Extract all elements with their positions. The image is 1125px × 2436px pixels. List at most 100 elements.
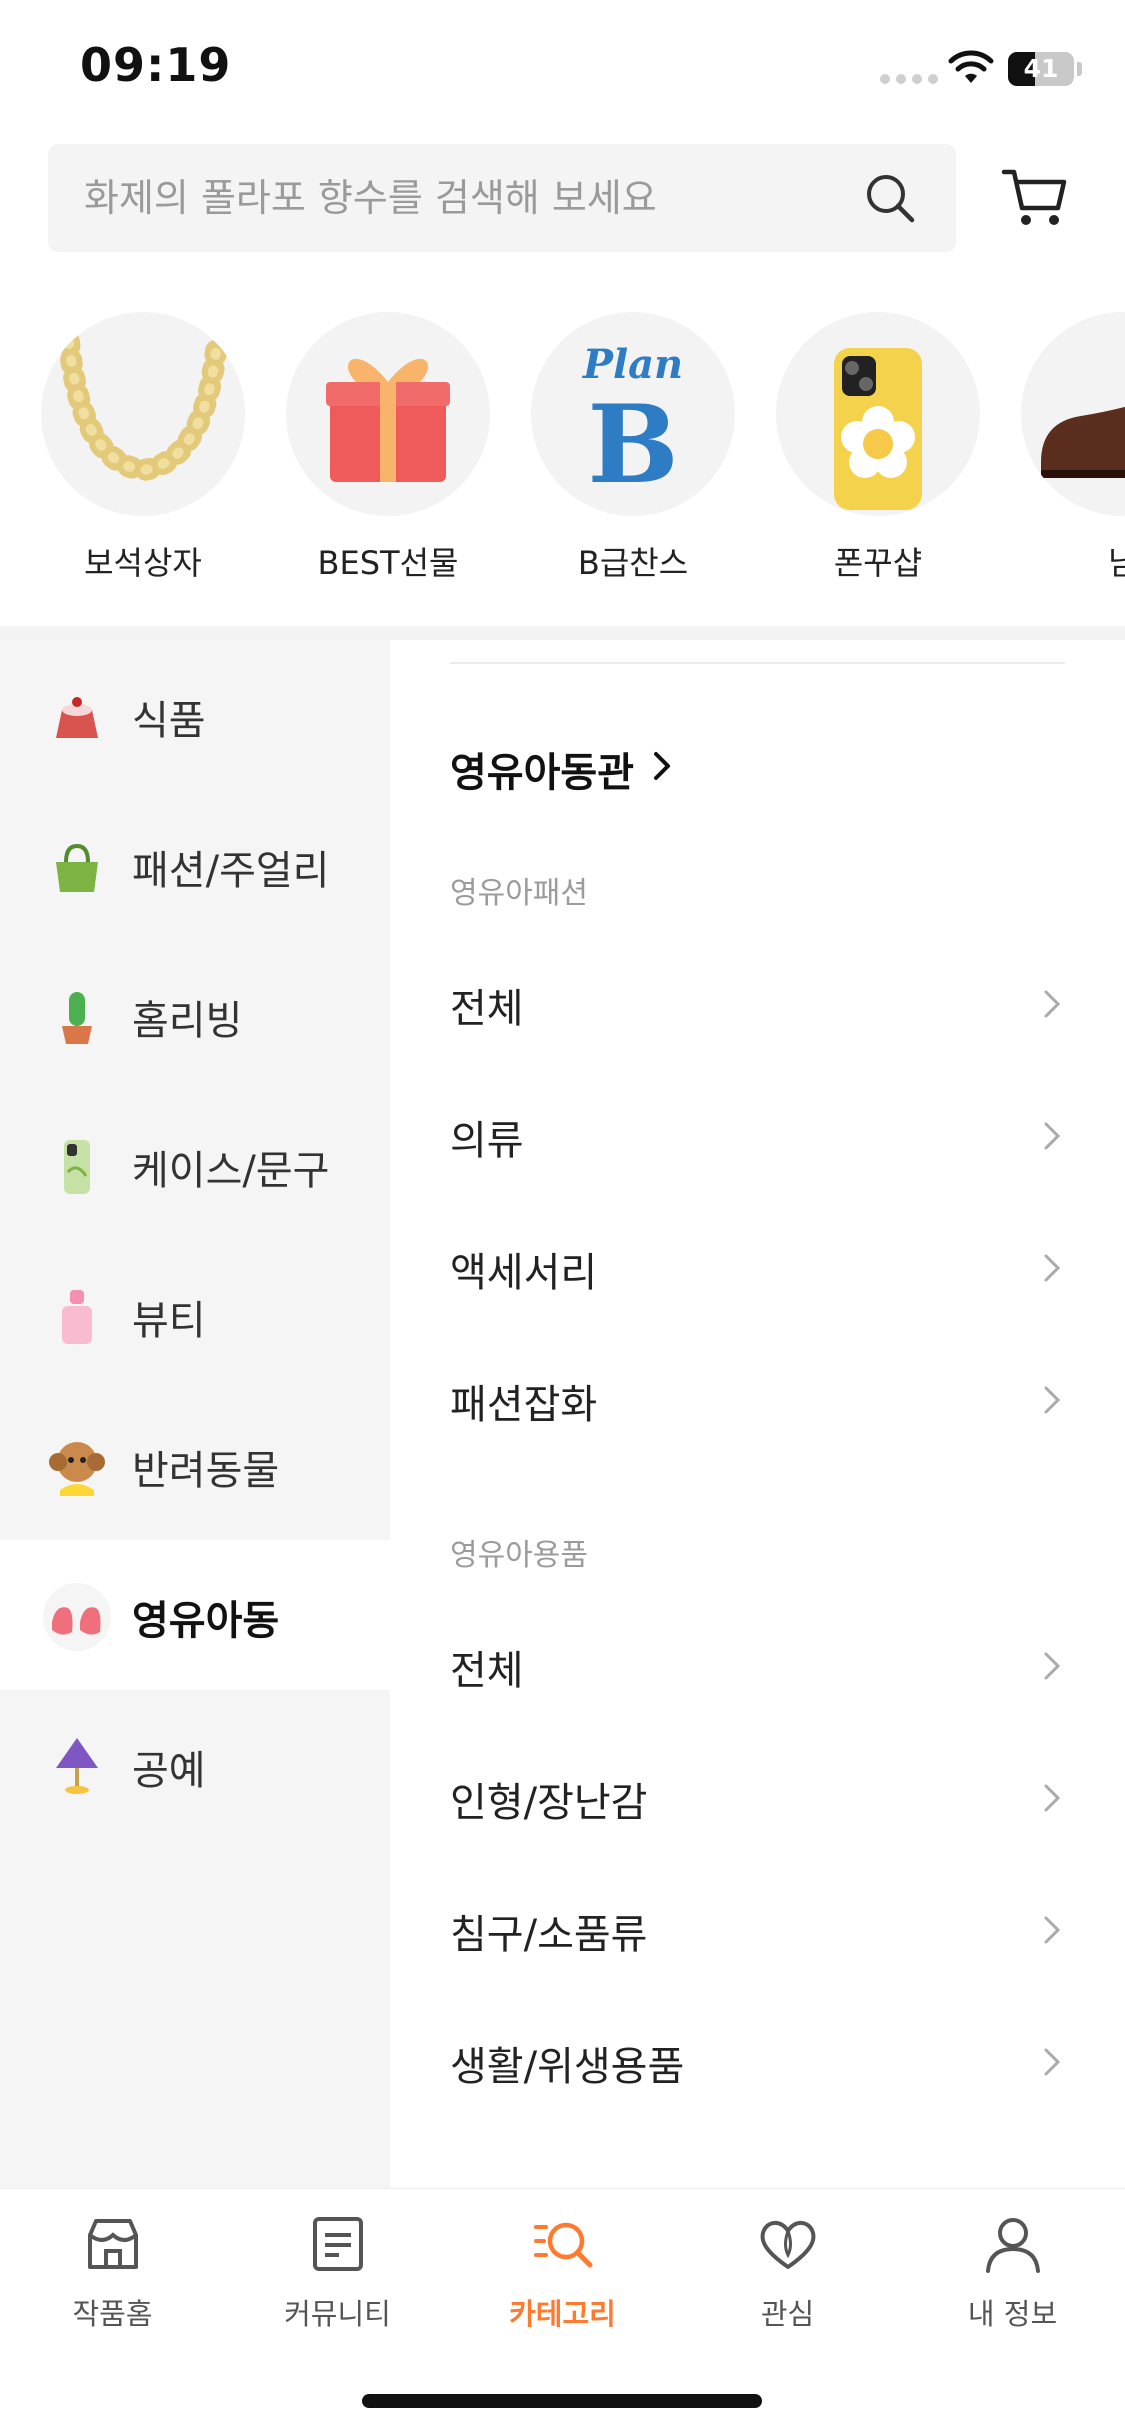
category-search-icon xyxy=(533,2222,592,2268)
chevron-right-icon xyxy=(1044,1784,1061,1812)
category-item-crafts[interactable]: 공예 xyxy=(0,1690,390,1840)
search-bar[interactable] xyxy=(48,144,956,252)
tab-label: 작품홈 xyxy=(72,2297,153,2331)
category-label: 영유아동 xyxy=(132,1598,280,1644)
cactus-icon xyxy=(62,992,92,1044)
tab-label: 내 정보 xyxy=(967,2297,1058,2331)
category-label: 패션/주얼리 xyxy=(132,848,330,894)
divider xyxy=(450,662,1065,664)
subcategory-panel: 영유아동관 영유아패션 전체 의류 액세서리 패션잡화 영유아용품 전체 인형/… xyxy=(390,640,1125,2188)
bag-icon xyxy=(56,843,98,892)
battery-icon: 41 xyxy=(1008,52,1074,86)
category-menu: 식품 패션/주얼리 홈리빙 케이스/문구 뷰티 반려동물 영유아동 공예 xyxy=(0,640,390,2188)
quick-category-row: 보석상자 BEST선물 Plan B B급찬스 폰꾸샵 남 xyxy=(0,300,1125,600)
tab-artwork-home[interactable]: 작품홈 xyxy=(0,2211,225,2333)
quick-category-label: 폰꾸샵 xyxy=(833,544,923,582)
subcategory-item[interactable]: 액세서리 xyxy=(390,1202,1125,1334)
subcategory-item[interactable]: 생활/위생용품 xyxy=(390,1996,1125,2128)
phone-case-icon xyxy=(64,1140,90,1194)
tab-interest[interactable]: 관심 xyxy=(675,2211,900,2333)
cake-icon xyxy=(56,697,98,738)
category-label: 공예 xyxy=(132,1748,206,1794)
category-label: 홈리빙 xyxy=(132,998,243,1044)
section-title-link[interactable]: 영유아동관 xyxy=(450,740,634,798)
chevron-right-icon xyxy=(1044,1386,1061,1414)
group-label: 영유아패션 xyxy=(450,876,588,911)
plan-b-logo-letter: B xyxy=(587,382,678,508)
chevron-right-icon xyxy=(1044,990,1061,1018)
quick-category-label: 남 xyxy=(1108,544,1125,582)
subcategory-item[interactable]: 의류 xyxy=(390,1070,1125,1202)
home-indicator xyxy=(362,2394,762,2408)
quick-category-men[interactable]: 남 xyxy=(1018,312,1125,584)
lamp-icon xyxy=(56,1738,98,1794)
tab-label: 커뮤니티 xyxy=(284,2297,391,2331)
subcategory-label: 의류 xyxy=(450,1118,524,1164)
subcategory-label: 침구/소품류 xyxy=(450,1912,648,1958)
subcategory-label: 패션잡화 xyxy=(450,1382,598,1428)
subcategory-item[interactable]: 패션잡화 xyxy=(390,1334,1125,1466)
quick-category-label: 보석상자 xyxy=(84,544,202,582)
cart-icon[interactable] xyxy=(1000,162,1070,232)
search-input[interactable] xyxy=(84,144,864,252)
subcategory-item[interactable]: 침구/소품류 xyxy=(390,1864,1125,1996)
chevron-right-icon xyxy=(1044,1916,1061,1944)
tab-my-info[interactable]: 내 정보 xyxy=(900,2211,1125,2333)
category-label: 식품 xyxy=(132,698,206,744)
tab-label: 카테고리 xyxy=(509,2297,616,2331)
person-icon xyxy=(985,2218,1040,2273)
heart-icon xyxy=(760,2221,815,2269)
quick-category-label: BEST선물 xyxy=(317,544,459,582)
chevron-right-icon xyxy=(1044,1254,1061,1282)
category-item-pets[interactable]: 반려동물 xyxy=(0,1390,390,1540)
subcategory-label: 인형/장난감 xyxy=(450,1780,648,1826)
chevron-right-icon xyxy=(1044,2048,1061,2076)
battery-percent: 41 xyxy=(1023,54,1059,83)
necklace-image xyxy=(41,312,245,516)
plan-b-logo: Plan B xyxy=(531,312,735,516)
quick-category-best-gift[interactable]: BEST선물 xyxy=(283,312,493,584)
quick-category-label: B급찬스 xyxy=(577,544,689,582)
dog-icon xyxy=(49,1442,105,1496)
tab-community[interactable]: 커뮤니티 xyxy=(225,2211,450,2333)
tab-label: 관심 xyxy=(760,2297,815,2331)
category-label: 케이스/문구 xyxy=(132,1148,330,1194)
status-bar: 09:19 41 xyxy=(0,0,1125,140)
search-icon[interactable] xyxy=(860,168,920,228)
document-icon xyxy=(312,2217,363,2271)
subcategory-label: 전체 xyxy=(450,1648,524,1694)
quick-category-jewelry-box[interactable]: 보석상자 xyxy=(38,312,248,584)
group-label: 영유아용품 xyxy=(450,1538,588,1573)
plan-b-logo-text: Plan xyxy=(582,341,683,388)
perfume-icon xyxy=(62,1290,92,1344)
baby-shoes-icon xyxy=(43,1583,111,1651)
dress-shoe-image xyxy=(1021,312,1125,516)
gift-box-image xyxy=(286,312,490,516)
category-item-case-stationery[interactable]: 케이스/문구 xyxy=(0,1090,390,1240)
battery-cap xyxy=(1077,62,1082,76)
quick-category-phone-shop[interactable]: 폰꾸샵 xyxy=(773,312,983,584)
category-item-beauty[interactable]: 뷰티 xyxy=(0,1240,390,1390)
chevron-right-icon[interactable] xyxy=(648,746,678,786)
phone-case-image xyxy=(776,312,980,516)
status-time: 09:19 xyxy=(80,38,232,92)
category-item-fashion[interactable]: 패션/주얼리 xyxy=(0,790,390,940)
section-divider xyxy=(0,626,1125,640)
chevron-right-icon xyxy=(1044,1652,1061,1680)
cellular-signal-icon xyxy=(880,74,938,84)
subcategory-label: 액세서리 xyxy=(450,1250,598,1296)
tab-category[interactable]: 카테고리 xyxy=(450,2211,675,2333)
category-label: 뷰티 xyxy=(132,1298,206,1344)
subcategory-item[interactable]: 인형/장난감 xyxy=(390,1732,1125,1864)
chevron-right-icon xyxy=(1044,1122,1061,1150)
category-label: 반려동물 xyxy=(132,1448,280,1494)
category-item-kids[interactable]: 영유아동 xyxy=(0,1540,390,1690)
subcategory-item[interactable]: 전체 xyxy=(390,938,1125,1070)
subcategory-label: 생활/위생용품 xyxy=(450,2044,685,2090)
quick-category-b-chance[interactable]: Plan B B급찬스 xyxy=(528,312,738,584)
category-item-food[interactable]: 식품 xyxy=(0,640,390,790)
category-item-home-living[interactable]: 홈리빙 xyxy=(0,940,390,1090)
shop-icon xyxy=(87,2219,138,2269)
subcategory-item[interactable]: 전체 xyxy=(390,1600,1125,1732)
subcategory-label: 전체 xyxy=(450,986,524,1032)
